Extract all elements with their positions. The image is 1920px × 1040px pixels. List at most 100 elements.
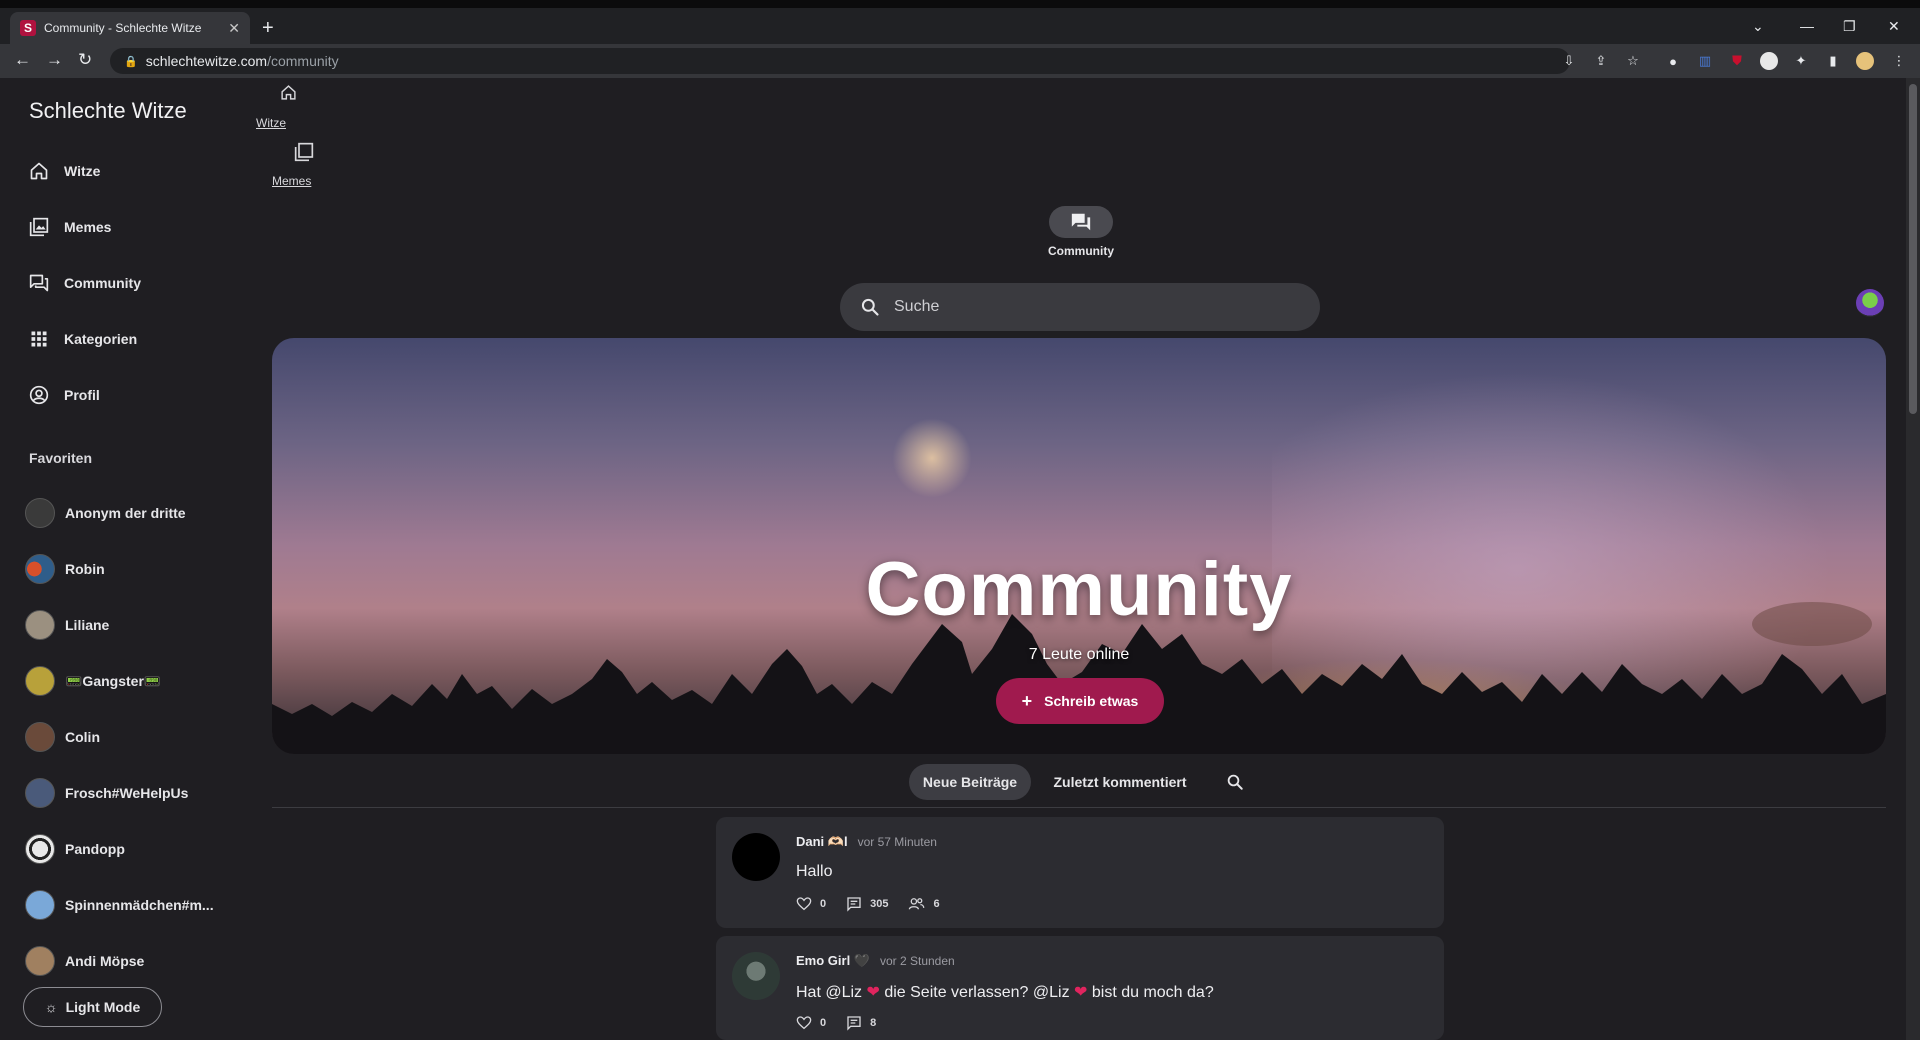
side-panel-icon[interactable]: ▮: [1824, 52, 1842, 70]
user-avatar[interactable]: [1856, 289, 1884, 317]
post-author[interactable]: Dani 🫶🏻l: [796, 834, 848, 850]
tab-title: Community - Schlechte Witze: [44, 21, 202, 35]
participant-count: 6: [933, 898, 940, 910]
favorite-user[interactable]: Andi Möpse: [25, 946, 144, 976]
avatar: [25, 946, 55, 976]
favorite-user[interactable]: 📟Gangster📟: [25, 666, 161, 696]
sidebar-item-label: Community: [64, 275, 141, 291]
avatar[interactable]: [732, 833, 780, 881]
community-hero-banner: Community 7 Leute online + Schreib etwas: [272, 338, 1886, 754]
scrollbar-thumb[interactable]: [1909, 84, 1917, 414]
favorite-name: Liliane: [65, 617, 110, 633]
reload-icon[interactable]: ↻: [78, 50, 92, 70]
topnav-memes-link[interactable]: Memes: [272, 174, 311, 188]
url-host: schlechtewitze.com: [145, 53, 268, 69]
favorite-user[interactable]: Colin: [25, 722, 100, 752]
community-tab-button[interactable]: [1049, 206, 1113, 238]
sun-icon: ☼: [44, 999, 58, 1015]
avatar: [25, 722, 55, 752]
back-icon[interactable]: ←: [14, 50, 31, 70]
extensions-puzzle-icon[interactable]: ✦: [1792, 52, 1810, 70]
scrollbar[interactable]: [1906, 78, 1920, 1040]
favorite-user[interactable]: Robin: [25, 554, 105, 584]
favorite-user[interactable]: Spinnenmädchen#m...: [25, 890, 214, 920]
plus-icon: +: [1021, 690, 1033, 711]
post-card[interactable]: Emo Girl 🖤 vor 2 Stunden Hat @Liz ❤ die …: [716, 936, 1444, 1040]
favorite-user[interactable]: Pandopp: [25, 834, 125, 864]
avatar[interactable]: [732, 952, 780, 1000]
write-post-button[interactable]: + Schreib etwas: [996, 678, 1164, 724]
sidebar-item-profil[interactable]: Profil: [28, 384, 100, 406]
favorite-name: Anonym der dritte: [65, 505, 186, 521]
filter-search-icon[interactable]: [1220, 764, 1250, 800]
forum-icon: [1071, 213, 1091, 231]
extension-icon[interactable]: ▥: [1696, 52, 1714, 70]
bookmark-star-icon[interactable]: ☆: [1624, 52, 1642, 70]
filter-recent-comments[interactable]: Zuletzt kommentiert: [1044, 764, 1196, 800]
sidebar-item-witze[interactable]: Witze: [28, 160, 100, 182]
heart-outline-icon: [796, 1016, 812, 1030]
comments-button[interactable]: 8: [846, 1015, 876, 1031]
browser-tab[interactable]: S Community - Schlechte Witze ✕: [10, 12, 250, 44]
gallery-icon[interactable]: [294, 142, 314, 167]
install-app-icon[interactable]: ⇩: [1560, 52, 1578, 70]
online-count: 7 Leute online: [1028, 646, 1130, 663]
favorite-user[interactable]: Liliane: [25, 610, 109, 640]
sidebar-item-kategorien[interactable]: Kategorien: [28, 328, 137, 350]
search-input[interactable]: [894, 298, 1274, 316]
extension-icon[interactable]: [1760, 52, 1778, 70]
search-icon: [861, 298, 879, 316]
like-button[interactable]: 0: [796, 896, 826, 912]
grid-icon: [28, 328, 50, 350]
heart-emoji: ❤: [866, 984, 880, 1001]
menu-kebab-icon[interactable]: ⋮: [1890, 52, 1908, 70]
share-icon[interactable]: ⇪: [1592, 52, 1610, 70]
filter-new-posts[interactable]: Neue Beiträge: [909, 764, 1031, 800]
address-bar[interactable]: 🔒 schlechtewitze.com/community: [110, 48, 1570, 74]
search-bar[interactable]: [840, 283, 1320, 331]
window-close-icon[interactable]: ✕: [1888, 18, 1900, 35]
post-body: Hallo: [796, 863, 833, 880]
post-time: vor 57 Minuten: [857, 835, 937, 849]
maximize-icon[interactable]: ❐: [1843, 18, 1856, 35]
post-body-text: Hat @Liz: [796, 984, 867, 1001]
participants-indicator: 6: [908, 896, 940, 912]
light-mode-button[interactable]: ☼ Light Mode: [23, 987, 162, 1027]
comment-count: 305: [870, 898, 889, 910]
forum-icon: [28, 272, 50, 294]
gallery-icon: [28, 216, 50, 238]
favorite-name: Andi Möpse: [65, 953, 145, 969]
new-tab-icon[interactable]: +: [262, 17, 274, 40]
close-tab-icon[interactable]: ✕: [228, 20, 240, 37]
browser-toolbar: ← → ↻ 🔒 schlechtewitze.com/community ⇩ ⇪…: [0, 44, 1920, 78]
heart-emoji: ❤: [1074, 984, 1088, 1001]
ublock-icon[interactable]: ⛊: [1728, 52, 1746, 70]
post-author[interactable]: Emo Girl 🖤: [796, 953, 870, 969]
avatar: [25, 610, 55, 640]
feed-divider: [272, 807, 1886, 808]
like-button[interactable]: 0: [796, 1015, 826, 1031]
feed-filter-bar: Neue Beiträge Zuletzt kommentiert: [0, 764, 1920, 804]
brand-title[interactable]: Schlechte Witze: [29, 98, 187, 124]
comments-button[interactable]: 305: [846, 896, 888, 912]
avatar: [25, 834, 55, 864]
sidebar: Schlechte Witze Witze Memes Community Ka…: [0, 78, 260, 1040]
sidebar-item-community[interactable]: Community: [28, 272, 141, 294]
sidebar-item-label: Witze: [64, 163, 101, 179]
tab-search-icon[interactable]: ⌄: [1752, 18, 1764, 35]
post-card[interactable]: Dani 🫶🏻l vor 57 Minuten Hallo 0 305 6: [716, 817, 1444, 928]
avatar: [25, 890, 55, 920]
extension-icon[interactable]: ●: [1664, 52, 1682, 70]
comment-icon: [847, 897, 861, 912]
sidebar-item-label: Kategorien: [64, 331, 138, 347]
profile-avatar-icon[interactable]: [1856, 52, 1874, 70]
topnav-witze-link[interactable]: Witze: [256, 116, 286, 130]
favorite-user[interactable]: Anonym der dritte: [25, 498, 186, 528]
favorite-name: Spinnenmädchen#m...: [65, 897, 214, 913]
page: Schlechte Witze Witze Memes Community Ka…: [0, 78, 1920, 1040]
minimize-icon[interactable]: —: [1800, 18, 1814, 34]
favorite-name: 📟Gangster📟: [65, 672, 162, 689]
home-icon[interactable]: [280, 84, 297, 106]
sidebar-item-memes[interactable]: Memes: [28, 216, 111, 238]
forward-icon[interactable]: →: [46, 50, 63, 70]
